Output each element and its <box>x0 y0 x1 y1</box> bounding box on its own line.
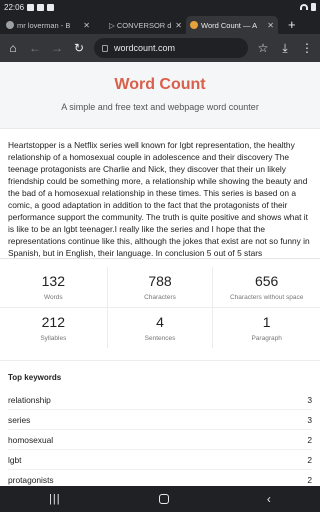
home-button-icon[interactable] <box>158 494 169 504</box>
download-icon[interactable]: ⤓ <box>278 41 292 56</box>
stats-grid: 132 Words 788 Characters 656 Characters … <box>0 267 320 348</box>
bookmark-star-icon[interactable]: ☆ <box>256 41 270 55</box>
recent-apps-icon[interactable]: ||| <box>49 493 61 505</box>
lock-icon <box>102 44 108 52</box>
back-nav-icon[interactable]: ‹ <box>267 492 271 506</box>
keyword-row: lgbt 2 <box>8 450 312 470</box>
system-nav-bar: ||| ‹ <box>0 486 320 512</box>
menu-icon[interactable]: ⋮ <box>300 41 314 55</box>
site-tagline: A simple and free text and webpage word … <box>61 102 259 112</box>
keyword-count: 2 <box>307 474 312 485</box>
keyword-row: series 3 <box>8 410 312 430</box>
notification-icon <box>27 3 35 11</box>
top-keywords: Top keywords relationship 3 series 3 hom… <box>0 360 320 486</box>
reload-icon[interactable]: ↻ <box>72 41 86 55</box>
keyword-count: 3 <box>307 414 312 425</box>
close-icon[interactable]: ✕ <box>83 21 90 30</box>
stat-label: Sentences <box>144 335 176 342</box>
stat-value: 4 <box>156 314 164 330</box>
keyword-word: relationship <box>8 394 51 405</box>
keyword-count: 2 <box>307 434 312 445</box>
text-input[interactable]: Heartstopper is a Netflix series well kn… <box>0 129 320 259</box>
battery-icon <box>311 3 316 11</box>
notification-icon <box>37 3 45 11</box>
stat-label: Paragraph <box>251 335 282 342</box>
stat-value: 788 <box>148 273 172 289</box>
tab-favicon-icon <box>98 21 106 29</box>
clock: 22:06 <box>4 2 25 12</box>
stat-words: 132 Words <box>0 267 107 308</box>
site-header: Word Count A simple and free text and we… <box>0 62 320 129</box>
keyword-count: 3 <box>307 394 312 405</box>
stat-label: Characters without space <box>229 294 304 301</box>
tab-strip: mr loverman - B ✕ ▷ CONVERSOR d ✕ Word C… <box>0 14 320 34</box>
stat-sentences: 4 Sentences <box>106 308 214 348</box>
status-bar: 22:06 <box>0 0 320 14</box>
stat-label: Words <box>43 294 63 301</box>
keyword-word: lgbt <box>8 454 22 465</box>
keyword-row: homosexual 2 <box>8 430 312 450</box>
tab-title: ▷ CONVERSOR d <box>109 20 172 30</box>
stat-label: Characters <box>144 294 176 301</box>
stat-value: 212 <box>41 314 65 330</box>
keywords-title: Top keywords <box>8 373 62 382</box>
tab-mr-loverman[interactable]: mr loverman - B ✕ <box>2 16 94 34</box>
tab-title: mr loverman - B <box>17 20 71 30</box>
stat-characters: 788 Characters <box>106 267 214 308</box>
address-bar[interactable]: wordcount.com <box>94 38 248 58</box>
url-text: wordcount.com <box>114 43 176 53</box>
keyword-word: protagonists <box>8 474 54 485</box>
stat-label: Syllables <box>40 335 67 342</box>
stat-syllables: 212 Syllables <box>0 308 107 348</box>
tab-word-count[interactable]: Word Count — A ✕ <box>186 16 278 34</box>
close-icon[interactable]: ✕ <box>267 21 274 30</box>
keyword-count: 2 <box>307 454 312 465</box>
keyword-word: homosexual <box>8 434 54 445</box>
tab-title: Word Count — A <box>201 20 258 30</box>
site-title: Word Count <box>114 76 206 93</box>
keyword-row: relationship 3 <box>8 390 312 410</box>
page-content: Word Count A simple and free text and we… <box>0 62 320 486</box>
tab-conversor[interactable]: ▷ CONVERSOR d ✕ <box>94 16 186 34</box>
new-tab-icon[interactable]: + <box>288 17 296 32</box>
browser-toolbar: ⌂ ← → ↻ wordcount.com ☆ ⤓ ⋮ <box>0 34 320 62</box>
back-icon[interactable]: ← <box>28 41 42 55</box>
wifi-icon <box>300 4 308 10</box>
forward-icon[interactable]: → <box>50 41 64 55</box>
keyword-word: series <box>8 414 31 425</box>
stat-value: 656 <box>254 273 279 289</box>
home-icon[interactable]: ⌂ <box>6 41 20 55</box>
stat-value: 132 <box>41 273 65 289</box>
tab-favicon-icon <box>6 21 14 29</box>
stat-value: 1 <box>262 314 271 330</box>
keyword-row: protagonists 2 <box>8 470 312 486</box>
tab-favicon-icon <box>190 21 198 29</box>
stat-characters-no-space: 656 Characters without space <box>213 267 320 308</box>
notification-icon <box>47 3 55 11</box>
stat-paragraph: 1 Paragraph <box>213 308 320 348</box>
close-icon[interactable]: ✕ <box>175 21 182 30</box>
